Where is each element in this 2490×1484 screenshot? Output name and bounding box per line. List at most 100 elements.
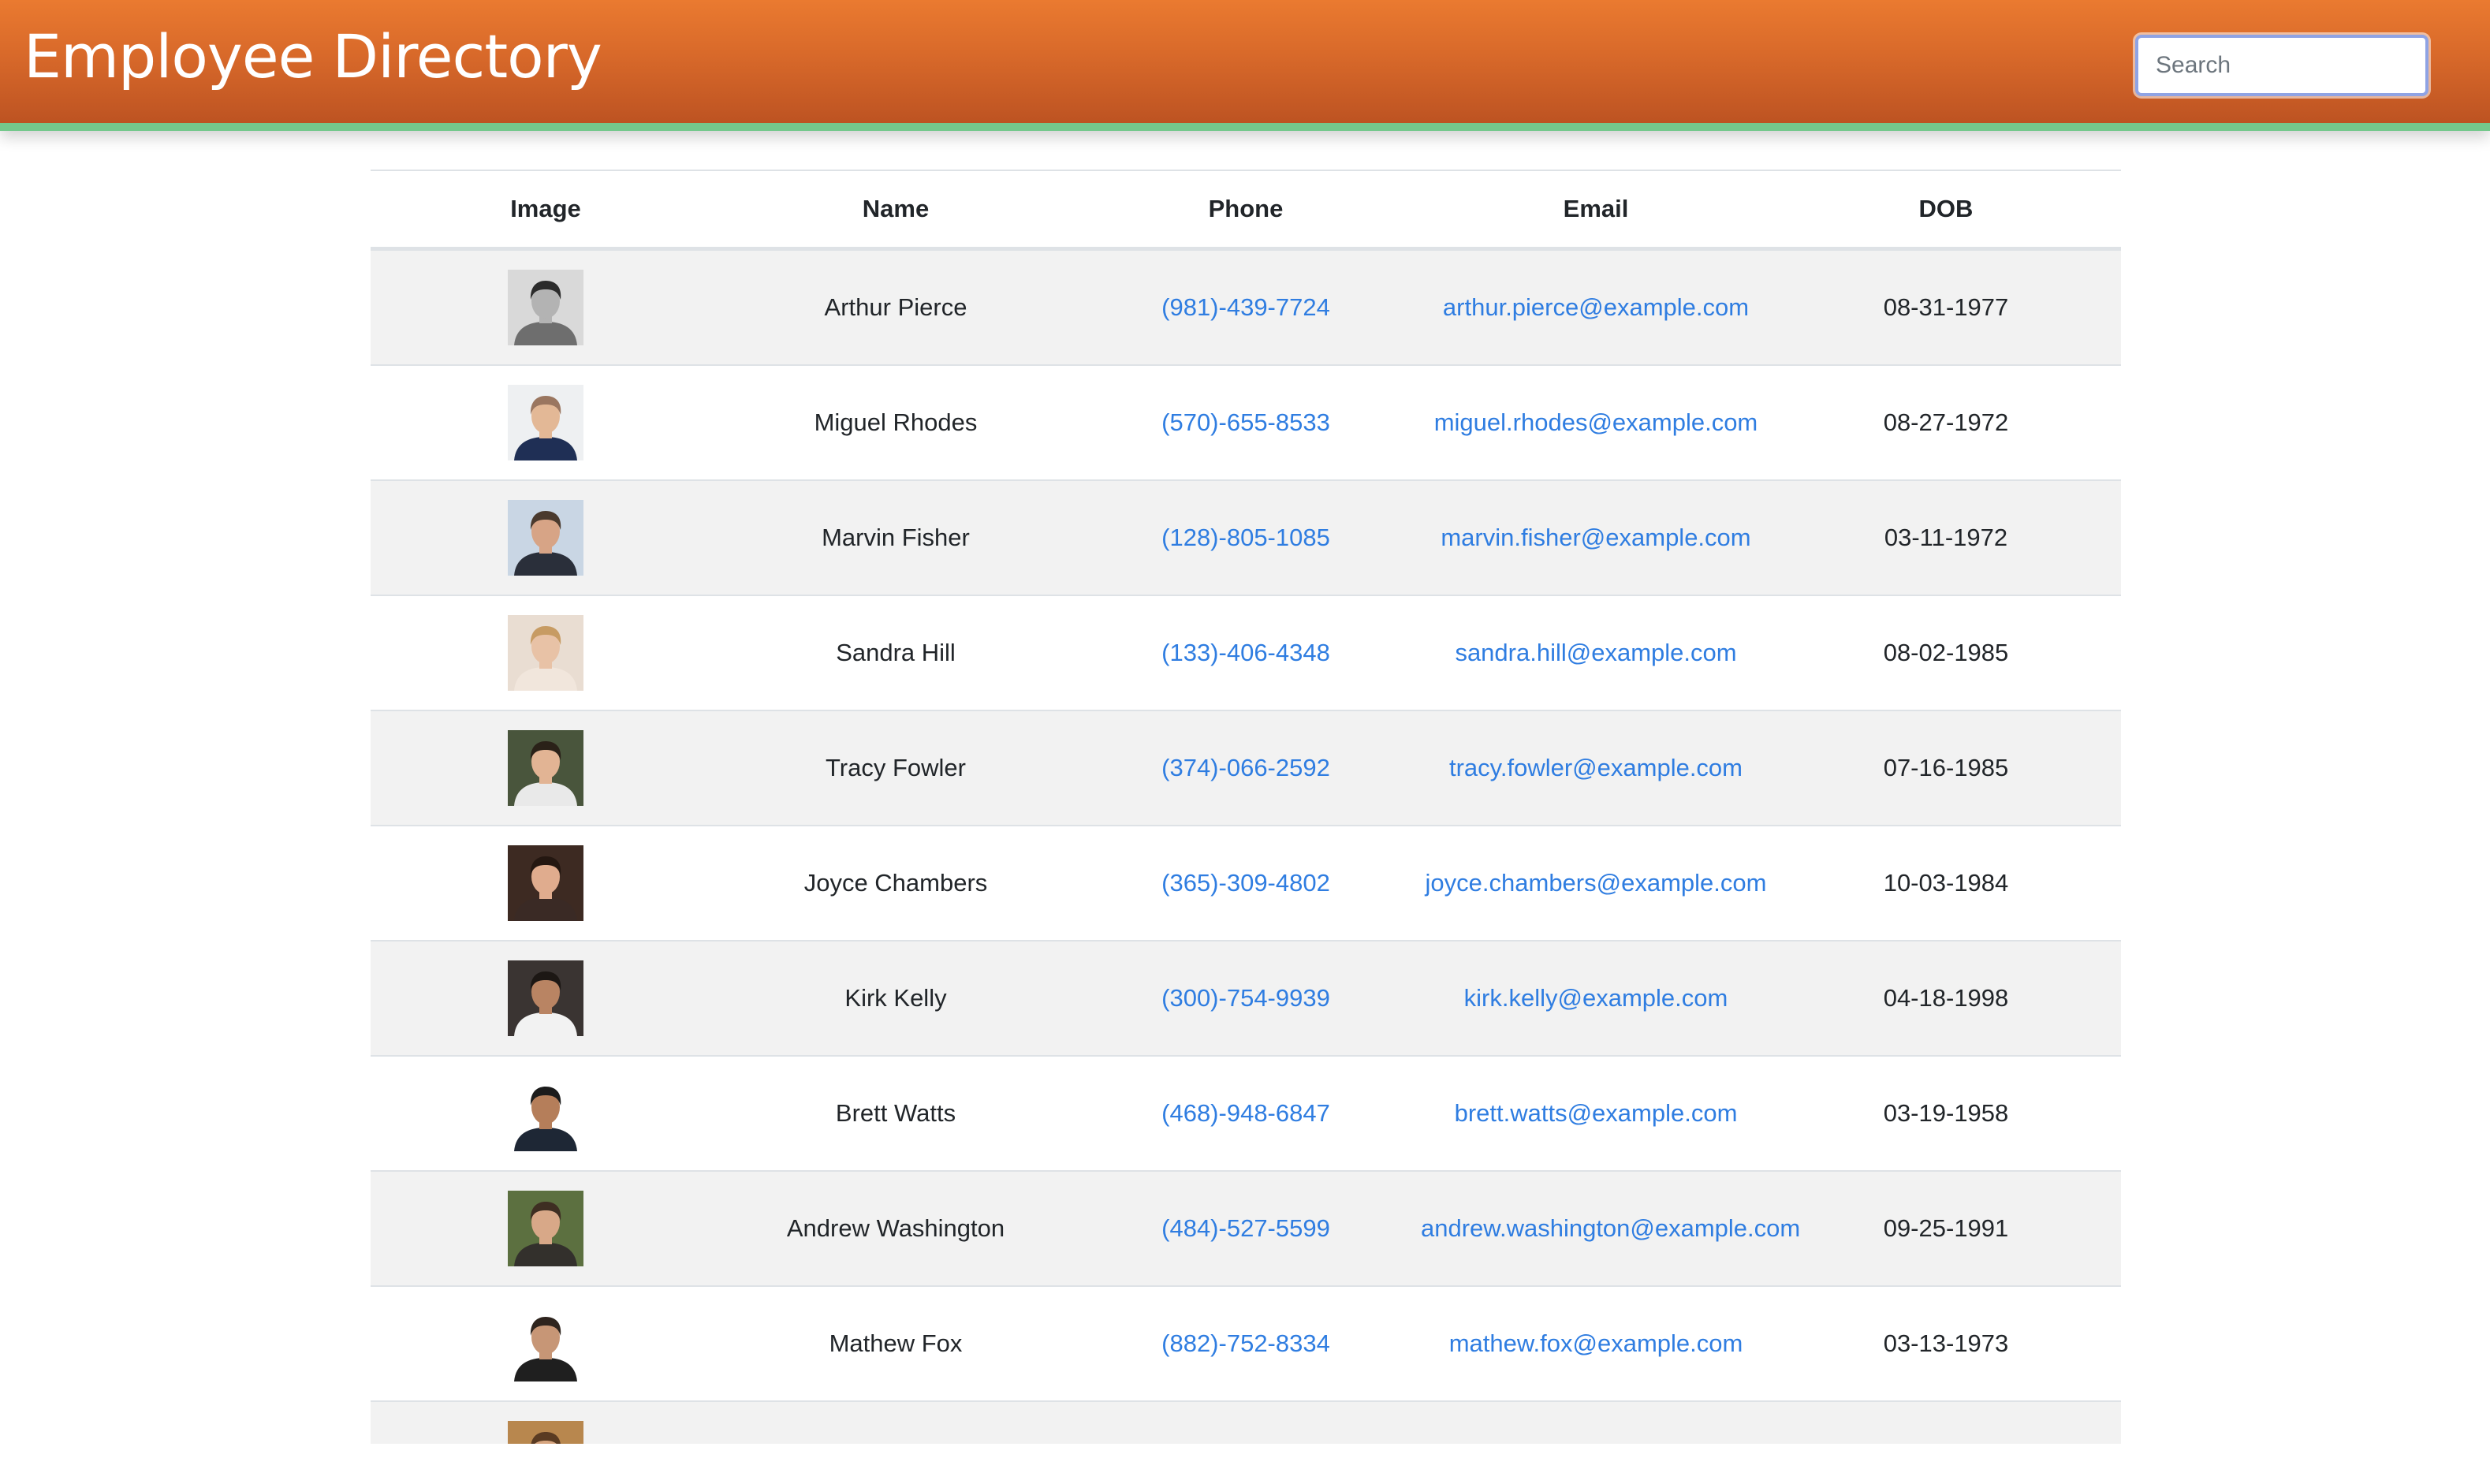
cell-phone: (374)-066-2592 [1071, 710, 1421, 826]
phone-link[interactable]: (133)-406-4348 [1161, 639, 1330, 666]
cell-phone: (484)-527-5599 [1071, 1170, 1421, 1286]
cell-phone: (300)-754-9939 [1071, 940, 1421, 1056]
cell-dob: 09-25-1991 [1771, 1170, 2121, 1286]
phone-link[interactable]: (484)-527-5599 [1161, 1214, 1330, 1242]
employee-avatar [508, 960, 583, 1036]
employee-avatar [508, 1191, 583, 1266]
table-row: Marvin Fisher (128)-805-1085 marvin.fisher… [371, 479, 2121, 595]
avatar-photo [508, 1191, 583, 1266]
phone-link[interactable]: (128)-805-1085 [1161, 524, 1330, 551]
column-header-email[interactable]: Email [1421, 170, 1771, 251]
phone-link[interactable]: (570)-655-8533 [1161, 408, 1330, 436]
table-header: Image Name Phone Email DOB [371, 170, 2121, 251]
column-header-image[interactable]: Image [371, 170, 721, 251]
cell-email: mathew.fox@example.com [1421, 1285, 1771, 1401]
cell-phone: (570)-655-8533 [1071, 364, 1421, 480]
cell-phone: (133)-406-4348 [1071, 595, 1421, 710]
email-link[interactable]: marvin.fisher@example.com [1441, 524, 1750, 551]
email-link[interactable]: kirk.kelly@example.com [1464, 984, 1728, 1012]
table-row: Kirk Kelly (300)-754-9939 kirk.kelly@examp… [371, 940, 2121, 1056]
cell-email: miguel.rhodes@example.com [1421, 364, 1771, 480]
avatar-photo [508, 270, 583, 345]
cell-image [371, 1055, 721, 1171]
cell-name: Sandra Hill [721, 595, 1071, 710]
phone-link[interactable]: (374)-066-2592 [1161, 754, 1330, 781]
cell-image [371, 825, 721, 941]
cell-name: Marvin Fisher [721, 479, 1071, 595]
cell-image [371, 710, 721, 826]
cell-name: Miguel Rhodes [721, 364, 1071, 480]
cell-image [371, 1170, 721, 1286]
cell-dob: 04-18-1998 [1771, 940, 2121, 1056]
employee-table: Image Name Phone Email DOB Arthur Pierce… [371, 170, 2121, 1444]
cell-image [371, 595, 721, 710]
email-link[interactable]: joyce.chambers@example.com [1426, 869, 1767, 897]
table-row [371, 1400, 2121, 1444]
cell-email: kirk.kelly@example.com [1421, 940, 1771, 1056]
cell-name: Andrew Washington [721, 1170, 1071, 1286]
cell-phone: (882)-752-8334 [1071, 1285, 1421, 1401]
column-header-phone[interactable]: Phone [1071, 170, 1421, 251]
column-header-name[interactable]: Name [721, 170, 1071, 251]
cell-image [371, 364, 721, 480]
cell-dob: 08-02-1985 [1771, 595, 2121, 710]
cell-email: marvin.fisher@example.com [1421, 479, 1771, 595]
avatar-photo [508, 1421, 583, 1444]
avatar-photo [508, 730, 583, 806]
cell-dob: 07-16-1985 [1771, 710, 2121, 826]
cell-name: Brett Watts [721, 1055, 1071, 1171]
cell-phone: (981)-439-7724 [1071, 248, 1421, 365]
employee-avatar [508, 500, 583, 576]
phone-link[interactable]: (882)-752-8334 [1161, 1329, 1330, 1357]
table-row: Brett Watts (468)-948-6847 brett.watts@exa… [371, 1055, 2121, 1171]
cell-phone [1071, 1400, 1421, 1444]
employee-avatar [508, 270, 583, 345]
employee-avatar [508, 615, 583, 691]
avatar-photo [508, 385, 583, 460]
cell-name: Kirk Kelly [721, 940, 1071, 1056]
employee-avatar [508, 385, 583, 460]
avatar-photo [508, 1076, 583, 1151]
employee-avatar [508, 1306, 583, 1381]
avatar-photo [508, 500, 583, 576]
email-link[interactable]: miguel.rhodes@example.com [1434, 408, 1758, 436]
cell-email: brett.watts@example.com [1421, 1055, 1771, 1171]
column-header-dob[interactable]: DOB [1771, 170, 2121, 251]
email-link[interactable]: arthur.pierce@example.com [1443, 293, 1749, 321]
table-row: Miguel Rhodes (570)-655-8533 miguel.rhodes… [371, 364, 2121, 480]
cell-email: tracy.fowler@example.com [1421, 710, 1771, 826]
employee-avatar [508, 1076, 583, 1151]
cell-name: Joyce Chambers [721, 825, 1071, 941]
table-row: Andrew Washington (484)-527-5599 andrew.wa… [371, 1170, 2121, 1286]
search-input[interactable] [2135, 35, 2428, 96]
email-link[interactable]: brett.watts@example.com [1455, 1099, 1738, 1127]
avatar-photo [508, 960, 583, 1036]
email-link[interactable]: tracy.fowler@example.com [1449, 754, 1743, 781]
email-link[interactable]: mathew.fox@example.com [1449, 1329, 1743, 1357]
cell-dob: 08-31-1977 [1771, 248, 2121, 365]
cell-name: Tracy Fowler [721, 710, 1071, 826]
cell-image [371, 940, 721, 1056]
cell-email: andrew.washington@example.com [1421, 1170, 1800, 1286]
table-row: Mathew Fox (882)-752-8334 mathew.fox@examp… [371, 1285, 2121, 1401]
employee-table-container: Image Name Phone Email DOB Arthur Pierce… [371, 170, 2121, 1444]
employee-avatar [508, 1421, 583, 1444]
phone-link[interactable]: (981)-439-7724 [1161, 293, 1330, 321]
cell-image [371, 248, 721, 365]
table-row: Sandra Hill (133)-406-4348 sandra.hill@exa… [371, 595, 2121, 710]
table-body: Arthur Pierce (981)-439-7724 arthur.pierce… [371, 248, 2121, 1444]
phone-link[interactable]: (300)-754-9939 [1161, 984, 1330, 1012]
cell-phone: (128)-805-1085 [1071, 479, 1421, 595]
cell-name: Arthur Pierce [721, 248, 1071, 365]
cell-image [371, 479, 721, 595]
employee-avatar [508, 845, 583, 921]
table-row: Joyce Chambers (365)-309-4802 joyce.chambe… [371, 825, 2121, 941]
cell-name [721, 1400, 1071, 1444]
phone-link[interactable]: (468)-948-6847 [1161, 1099, 1330, 1127]
phone-link[interactable]: (365)-309-4802 [1161, 869, 1330, 897]
email-link[interactable]: andrew.washington@example.com [1421, 1214, 1800, 1242]
app-title: Employee Directory [24, 21, 602, 91]
cell-email: joyce.chambers@example.com [1421, 825, 1771, 941]
avatar-photo [508, 1306, 583, 1381]
email-link[interactable]: sandra.hill@example.com [1455, 639, 1736, 666]
